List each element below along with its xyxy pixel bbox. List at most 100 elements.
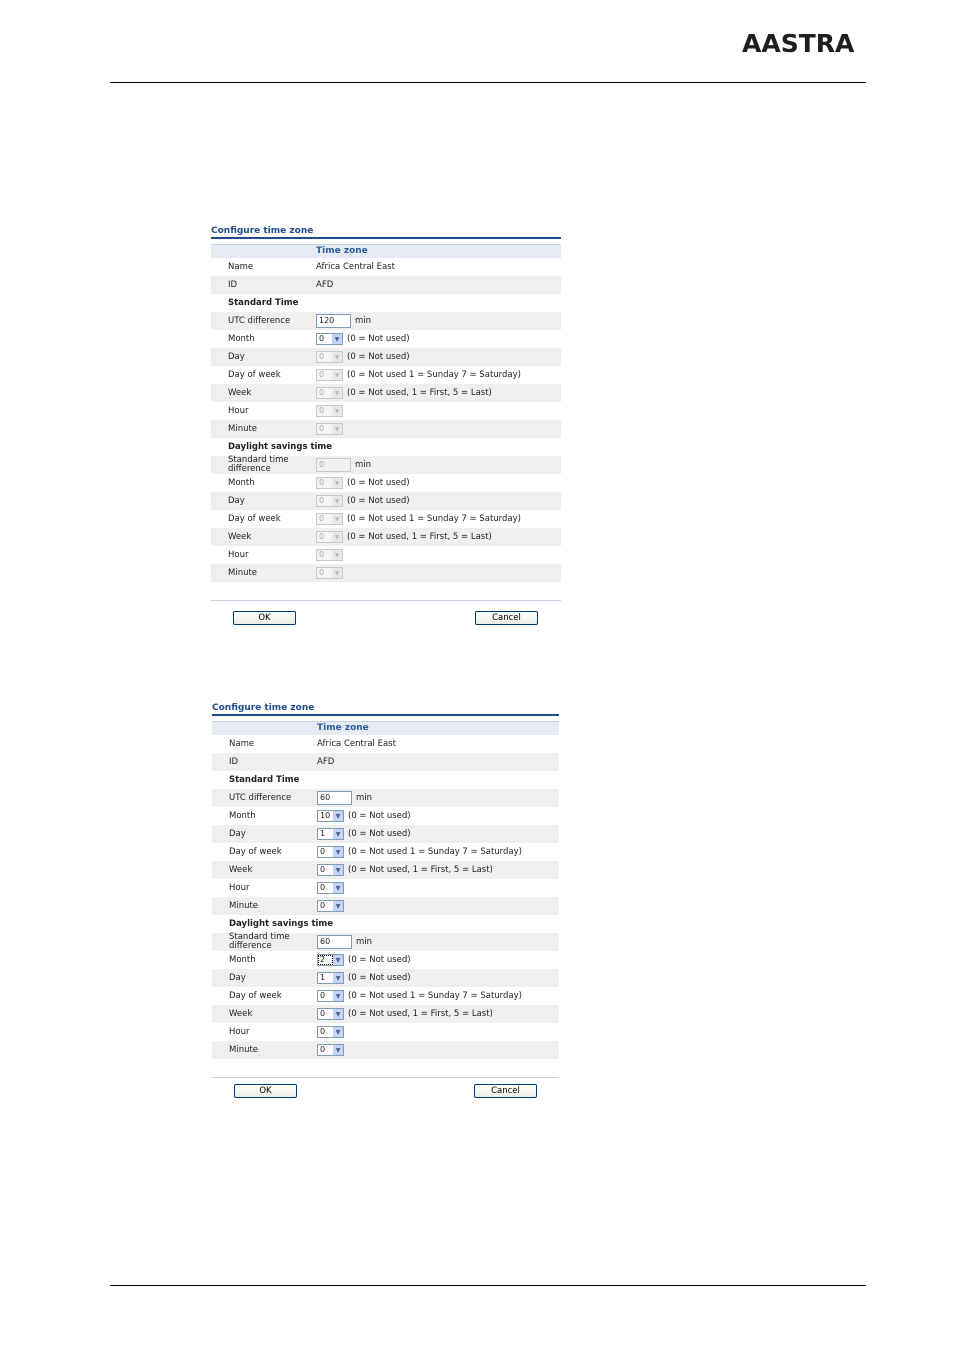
week-select[interactable]: 0 ▼ [317, 864, 344, 876]
month-select[interactable]: 0 ▼ [316, 333, 343, 345]
chevron-down-icon: ▼ [332, 352, 342, 362]
month-note: (0 = Not used) [347, 334, 410, 344]
id-value: AFD [317, 757, 335, 767]
dst-hour-label: Hour [229, 1026, 250, 1037]
dst-heading: Daylight savings time [228, 441, 333, 452]
dst-week-select[interactable]: 0 ▼ [317, 1008, 344, 1020]
row-standard-heading: Standard Time [212, 771, 559, 789]
dst-week-note: (0 = Not used, 1 = First, 5 = Last) [348, 1009, 493, 1019]
cancel-button[interactable]: Cancel [474, 1084, 537, 1098]
month-select[interactable]: 10 ▼ [317, 810, 344, 822]
dow-note: (0 = Not used 1 = Sunday 7 = Saturday) [347, 370, 521, 380]
utc-difference-input[interactable]: 120 [316, 314, 351, 328]
chevron-down-icon: ▼ [332, 496, 342, 506]
chevron-down-icon: ▼ [333, 1045, 343, 1055]
title-divider [212, 714, 559, 716]
dow-label: Day of week [229, 846, 282, 857]
header-rule [110, 82, 866, 83]
chevron-down-icon: ▼ [333, 883, 343, 893]
row-id: ID AFD [212, 753, 559, 771]
dst-minute-label: Minute [228, 567, 258, 578]
ok-button[interactable]: OK [234, 1084, 297, 1098]
row-dst-month: Month 0 ▼ (0 = Not used) [211, 474, 561, 492]
chevron-down-icon: ▼ [333, 901, 343, 911]
dst-minute-select[interactable]: 0 ▼ [317, 1044, 344, 1056]
day-note: (0 = Not used) [347, 352, 410, 362]
row-dst-minute: Minute 0 ▼ [211, 564, 561, 582]
row-day: Day 1 ▼ (0 = Not used) [212, 825, 559, 843]
row-dow: Day of week 0 ▼ (0 = Not used 1 = Sunday 7… [212, 843, 559, 861]
month-label: Month [229, 810, 256, 821]
standard-time-heading: Standard Time [229, 774, 300, 785]
chevron-down-icon: ▼ [332, 388, 342, 398]
chevron-down-icon: ▼ [332, 550, 342, 560]
day-label: Day [229, 828, 246, 839]
min-unit: min [356, 793, 373, 803]
chevron-down-icon: ▼ [332, 334, 342, 344]
svg-text:AASTRA: AASTRA [742, 30, 855, 56]
day-note: (0 = Not used) [348, 829, 411, 839]
config-panel-1: Configure time zone Time zone Name Afric… [211, 225, 561, 601]
section-header: Time zone [211, 244, 561, 258]
chevron-down-icon: ▼ [332, 424, 342, 434]
footer-divider [211, 600, 561, 601]
dst-week-select: 0 ▼ [316, 531, 343, 543]
minute-select: 0 ▼ [316, 423, 343, 435]
dst-month-select: 0 ▼ [316, 477, 343, 489]
row-dst-heading: Daylight savings time [211, 438, 561, 456]
min-unit: min [355, 316, 372, 326]
utc-difference-input[interactable]: 60 [317, 791, 352, 805]
row-dst-dow: Day of week 0 ▼ (0 = Not used 1 = Sunday 7… [211, 510, 561, 528]
std-diff-input: 0 [316, 458, 351, 472]
chevron-down-icon: ▼ [333, 1009, 343, 1019]
dst-dow-label: Day of week [228, 513, 281, 524]
name-label: Name [228, 261, 254, 272]
min-unit: min [355, 460, 372, 470]
chevron-down-icon: ▼ [333, 1027, 343, 1037]
dst-hour-label: Hour [228, 549, 249, 560]
chevron-down-icon: ▼ [332, 478, 342, 488]
dst-dow-note: (0 = Not used 1 = Sunday 7 = Saturday) [348, 991, 522, 1001]
hour-label: Hour [229, 882, 250, 893]
dow-note: (0 = Not used 1 = Sunday 7 = Saturday) [348, 847, 522, 857]
cancel-button[interactable]: Cancel [475, 611, 538, 625]
dst-week-label: Week [229, 1008, 253, 1019]
dst-dow-label: Day of week [229, 990, 282, 1001]
std-diff-label: Standard time difference [228, 455, 289, 474]
id-label: ID [229, 756, 239, 767]
hour-select[interactable]: 0 ▼ [317, 882, 344, 894]
minute-select[interactable]: 0 ▼ [317, 900, 344, 912]
row-minute: Minute 0 ▼ [211, 420, 561, 438]
dst-dow-select[interactable]: 0 ▼ [317, 990, 344, 1002]
std-diff-input[interactable]: 60 [317, 935, 352, 949]
dst-day-select[interactable]: 1 ▼ [317, 972, 344, 984]
dst-hour-select[interactable]: 0 ▼ [317, 1026, 344, 1038]
month-label: Month [228, 333, 255, 344]
chevron-down-icon: ▼ [333, 811, 343, 821]
section-header: Time zone [212, 721, 559, 735]
row-id: ID AFD [211, 276, 561, 294]
day-select[interactable]: 1 ▼ [317, 828, 344, 840]
standard-time-heading: Standard Time [228, 297, 299, 308]
row-dst-hour: Hour 0 ▼ [212, 1023, 559, 1041]
panel-title: Configure time zone [211, 226, 314, 236]
dow-select[interactable]: 0 ▼ [317, 846, 344, 858]
row-name: Name Africa Central East [212, 735, 559, 753]
hour-select: 0 ▼ [316, 405, 343, 417]
aastra-logo: AASTRA [742, 30, 855, 56]
week-note: (0 = Not used, 1 = First, 5 = Last) [348, 865, 493, 875]
week-note: (0 = Not used, 1 = First, 5 = Last) [347, 388, 492, 398]
minute-label: Minute [229, 900, 259, 911]
ok-button[interactable]: OK [233, 611, 296, 625]
row-dst-week: Week 0 ▼ (0 = Not used, 1 = First, 5 = Las… [211, 528, 561, 546]
hour-label: Hour [228, 405, 249, 416]
chevron-down-icon: ▼ [332, 514, 342, 524]
row-dst-day: Day 0 ▼ (0 = Not used) [211, 492, 561, 510]
dst-month-select[interactable]: 2 ▼ [317, 954, 344, 966]
week-select: 0 ▼ [316, 387, 343, 399]
chevron-down-icon: ▼ [333, 991, 343, 1001]
chevron-down-icon: ▼ [333, 955, 343, 965]
panel-title: Configure time zone [212, 703, 315, 713]
day-select: 0 ▼ [316, 351, 343, 363]
dst-day-label: Day [228, 495, 245, 506]
